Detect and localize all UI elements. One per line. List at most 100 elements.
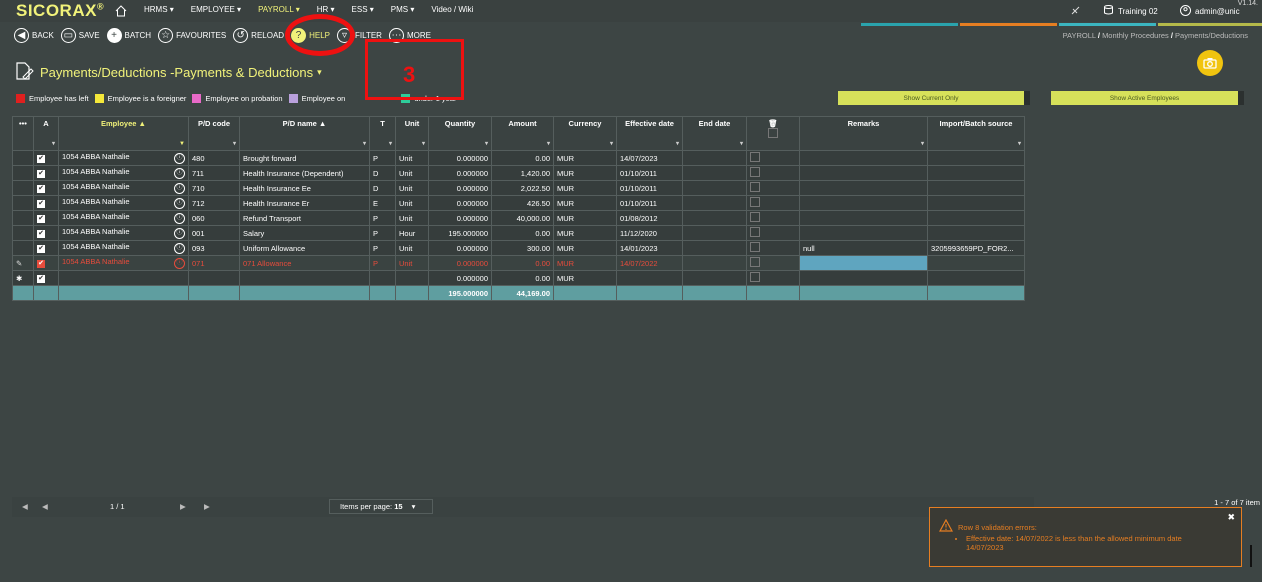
pd-code-cell[interactable]: 710: [188, 180, 240, 196]
pd-name-cell[interactable]: Uniform Allowance: [239, 240, 370, 256]
select-all-checkbox[interactable]: [768, 128, 778, 138]
unit-cell[interactable]: Unit: [395, 165, 429, 181]
currency-cell[interactable]: MUR: [553, 150, 617, 166]
checked-icon[interactable]: ✔: [37, 185, 45, 193]
effective-date-cell[interactable]: 14/01/2023: [616, 240, 683, 256]
pd-name-cell[interactable]: Refund Transport: [239, 210, 370, 226]
info-icon[interactable]: ⓘ: [174, 228, 185, 239]
nav-hr[interactable]: HR ▾: [317, 5, 335, 14]
col-unit[interactable]: Unit ▾: [395, 116, 429, 151]
employee-cell[interactable]: 1054 ABBA Nathalie ⓘ: [58, 165, 189, 181]
home-icon[interactable]: [115, 4, 127, 22]
col-effective-date[interactable]: Effective date ▾: [616, 116, 683, 151]
effective-date-cell[interactable]: [616, 270, 683, 286]
col-quantity[interactable]: Quantity ▾: [428, 116, 492, 151]
end-date-cell[interactable]: [682, 270, 747, 286]
table-row[interactable]: ✔ 1054 ABBA Nathalie ⓘ 480 Brought forward P U…: [12, 150, 1025, 166]
effective-date-cell[interactable]: 11/12/2020: [616, 225, 683, 241]
table-row-new[interactable]: ✱ ✔ 0.000000 0.00 MUR: [12, 270, 1025, 286]
remarks-cell[interactable]: [799, 150, 928, 166]
pd-code-cell[interactable]: 060: [188, 210, 240, 226]
end-date-cell[interactable]: [682, 255, 747, 271]
unit-cell[interactable]: Unit: [395, 195, 429, 211]
active-checkbox-cell[interactable]: ✔: [33, 195, 59, 211]
col-end-date[interactable]: End date ▾: [682, 116, 747, 151]
employee-cell[interactable]: 1054 ABBA Nathalie ⓘ: [58, 240, 189, 256]
filter-icon[interactable]: ▼: [179, 141, 185, 147]
back-button[interactable]: ◀ BACK: [14, 28, 54, 43]
checked-icon[interactable]: ✔: [37, 155, 45, 163]
type-cell[interactable]: E: [369, 195, 396, 211]
filter-icon[interactable]: ▾: [422, 140, 425, 147]
filter-icon[interactable]: ▾: [1018, 140, 1021, 147]
amount-cell[interactable]: 0.00: [491, 255, 554, 271]
camera-icon[interactable]: [1197, 50, 1223, 76]
type-cell[interactable]: P: [369, 150, 396, 166]
unit-cell[interactable]: Unit: [395, 255, 429, 271]
reload-button[interactable]: ↺ RELOAD: [233, 28, 284, 43]
amount-cell[interactable]: 0.00: [491, 150, 554, 166]
effective-date-cell[interactable]: 01/10/2011: [616, 195, 683, 211]
amount-cell[interactable]: 2,022.50: [491, 180, 554, 196]
delete-checkbox[interactable]: [750, 182, 760, 192]
currency-cell[interactable]: MUR: [553, 165, 617, 181]
end-date-cell[interactable]: [682, 210, 747, 226]
currency-cell[interactable]: MUR: [553, 210, 617, 226]
table-row[interactable]: ✔ 1054 ABBA Nathalie ⓘ 093 Uniform Allowance…: [12, 240, 1025, 256]
next-page-icon[interactable]: ▶: [180, 502, 186, 511]
delete-checkbox[interactable]: [750, 272, 760, 282]
col-employee[interactable]: Employee ▲ ▼: [58, 116, 189, 151]
delete-checkbox[interactable]: [750, 212, 760, 222]
employee-cell[interactable]: 1054 ABBA Nathalie ⓘ: [58, 210, 189, 226]
type-cell[interactable]: P: [369, 210, 396, 226]
info-icon[interactable]: ⓘ: [174, 198, 185, 209]
currency-cell[interactable]: MUR: [553, 255, 617, 271]
end-date-cell[interactable]: [682, 180, 747, 196]
table-row[interactable]: ✔ 1054 ABBA Nathalie ⓘ 060 Refund Transport P…: [12, 210, 1025, 226]
end-date-cell[interactable]: [682, 150, 747, 166]
col-delete[interactable]: 🗑: [746, 116, 800, 151]
pd-code-cell[interactable]: 480: [188, 150, 240, 166]
col-pd-name[interactable]: P/D name ▲ ▾: [239, 116, 370, 151]
nav-hrms[interactable]: HRMS ▾: [144, 5, 174, 14]
crumb-payments[interactable]: Payments/Deductions: [1175, 31, 1248, 40]
empty-cell[interactable]: [395, 270, 429, 286]
employee-cell[interactable]: 1054 ABBA Nathalie ⓘ: [58, 225, 189, 241]
effective-date-cell[interactable]: 14/07/2023: [616, 150, 683, 166]
quantity-cell[interactable]: 0.000000: [428, 210, 492, 226]
checked-icon[interactable]: ✔: [37, 215, 45, 223]
checked-icon[interactable]: ✔: [37, 245, 45, 253]
remarks-cell[interactable]: [799, 210, 928, 226]
favourites-button[interactable]: ☆ FAVOURITES: [158, 28, 226, 43]
delete-checkbox-cell[interactable]: [746, 240, 800, 256]
empty-cell[interactable]: [58, 270, 189, 286]
delete-checkbox[interactable]: [750, 152, 760, 162]
table-row[interactable]: ✔ 1054 ABBA Nathalie ⓘ 001 Salary P Hour 195.00…: [12, 225, 1025, 241]
effective-date-cell[interactable]: 01/10/2011: [616, 165, 683, 181]
col-pd-code[interactable]: P/D code ▾: [188, 116, 240, 151]
remarks-cell[interactable]: [799, 225, 928, 241]
active-checkbox-cell[interactable]: ✔: [33, 150, 59, 166]
info-icon[interactable]: ⓘ: [174, 183, 185, 194]
quantity-cell[interactable]: 0.000000: [428, 180, 492, 196]
empty-cell[interactable]: [369, 270, 396, 286]
show-current-only-toggle[interactable]: Show Current Only: [838, 91, 1030, 105]
delete-checkbox-cell[interactable]: [746, 180, 800, 196]
first-page-icon[interactable]: ◀: [22, 502, 28, 511]
remarks-cell[interactable]: null: [799, 240, 928, 256]
checked-icon[interactable]: ✔: [37, 170, 45, 178]
filter-icon[interactable]: ▾: [389, 140, 392, 147]
quantity-cell[interactable]: 0.000000: [428, 165, 492, 181]
remarks-cell[interactable]: [799, 270, 928, 286]
last-page-icon[interactable]: ▶: [204, 502, 210, 511]
unit-cell[interactable]: Hour: [395, 225, 429, 241]
pd-name-cell[interactable]: Brought forward: [239, 150, 370, 166]
disconnect-icon[interactable]: [1070, 5, 1081, 18]
type-cell[interactable]: P: [369, 255, 396, 271]
quantity-cell[interactable]: 0.000000: [428, 195, 492, 211]
end-date-cell[interactable]: [682, 225, 747, 241]
type-cell[interactable]: P: [369, 225, 396, 241]
batch-button[interactable]: + BATCH: [106, 28, 151, 43]
filter-icon[interactable]: ▾: [485, 140, 488, 147]
active-checkbox-cell[interactable]: ✔: [33, 165, 59, 181]
